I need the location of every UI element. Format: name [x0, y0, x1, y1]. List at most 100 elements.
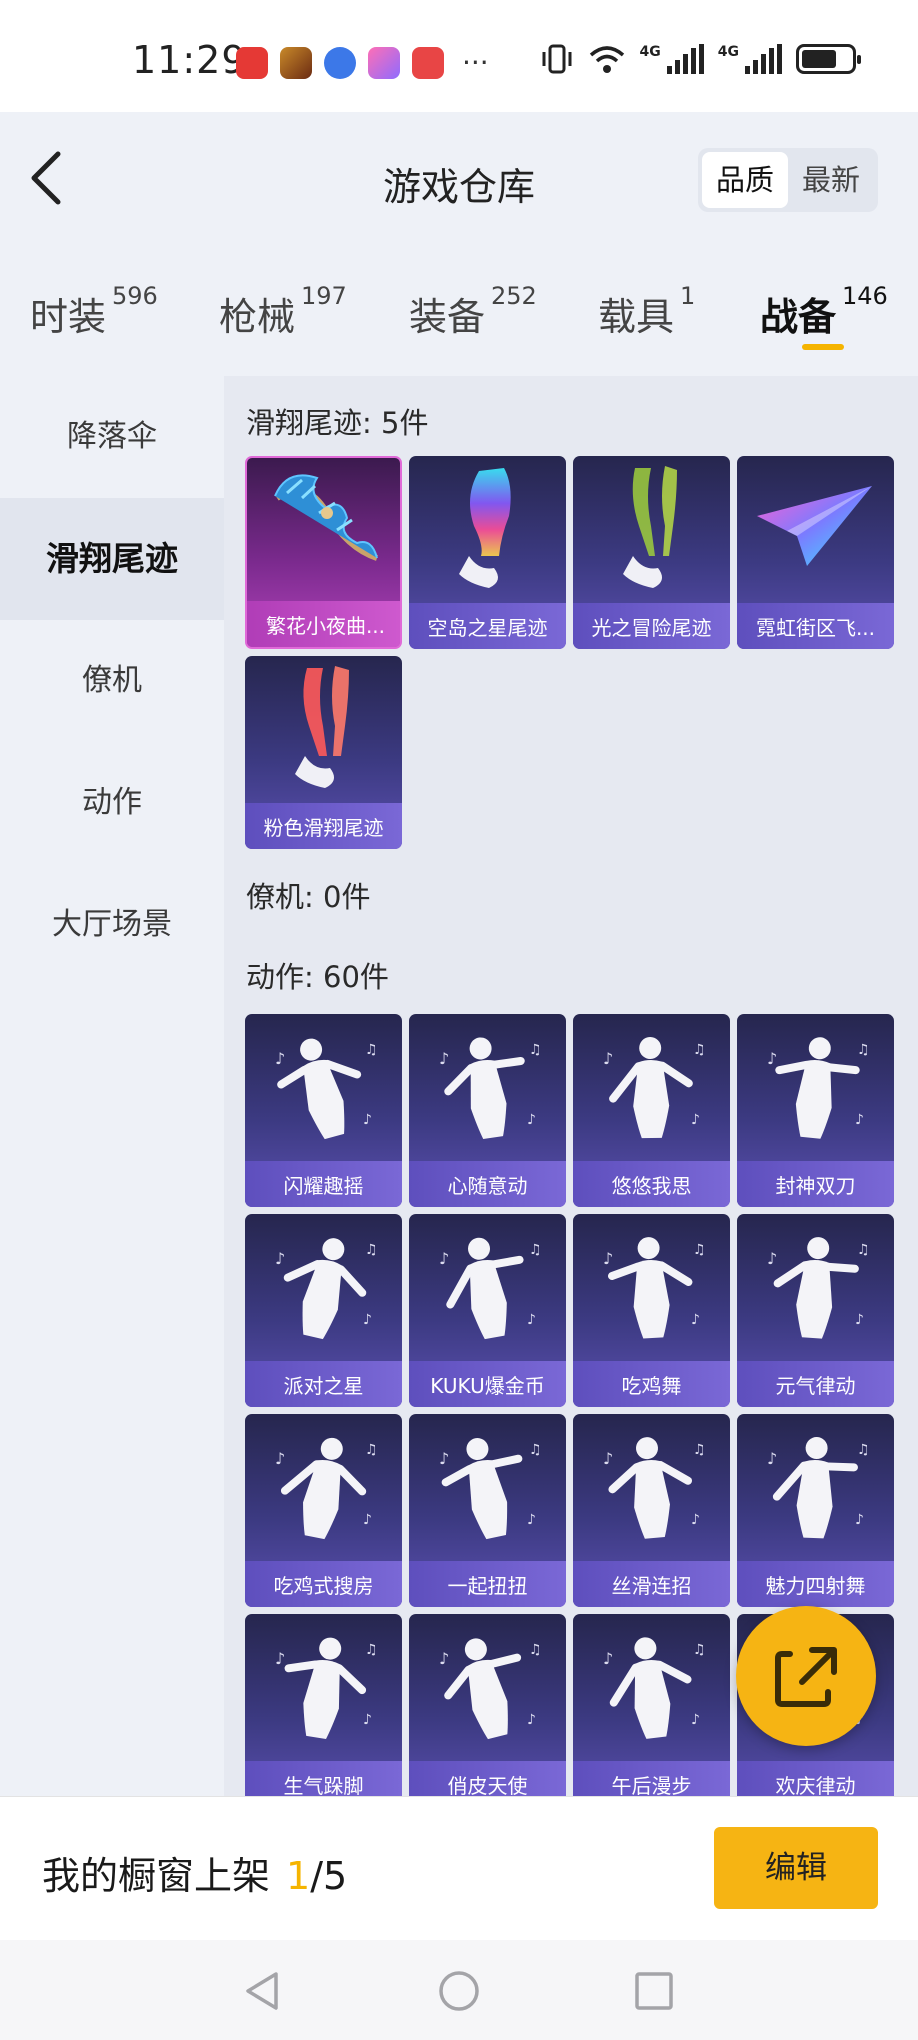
- emote-card[interactable]: ♪ ♫ ♪ 闪耀趣摇: [245, 1014, 402, 1207]
- tab-count: 596: [112, 282, 158, 310]
- tab-vehicles[interactable]: 载具 1: [598, 282, 695, 341]
- dancer-silhouette-art: ♪ ♫ ♪: [767, 1237, 870, 1339]
- item-name: 闪耀趣摇: [283, 1174, 364, 1198]
- item-name: 生气跺脚: [283, 1774, 364, 1796]
- tab-guns[interactable]: 枪械 197: [219, 282, 347, 341]
- svg-text:♫: ♫: [365, 1042, 378, 1058]
- svg-text:♪: ♪: [527, 1112, 536, 1128]
- sort-by-quality[interactable]: 品质: [701, 152, 788, 208]
- sidebar-item-emote[interactable]: 动作: [0, 742, 224, 864]
- item-name: 魅力四射舞: [765, 1574, 866, 1598]
- svg-text:♪: ♪: [691, 1712, 700, 1728]
- tab-equipment[interactable]: 装备 252: [409, 282, 537, 341]
- item-name: 光之冒险尾迹: [591, 616, 712, 640]
- showcase-label: 我的橱窗上架: [42, 1854, 271, 1898]
- svg-text:♪: ♪: [527, 1512, 536, 1528]
- svg-text:♫: ♫: [529, 1242, 542, 1258]
- status-time: 11:29: [132, 38, 247, 82]
- dancer-silhouette-art: ♪ ♫ ♪: [603, 1637, 706, 1739]
- glide-trail-card[interactable]: 空岛之星尾迹: [409, 456, 566, 649]
- section-title-emote: 动作: 60件: [246, 960, 389, 994]
- category-tabs: 时装 596 枪械 197 装备 252 载具 1 战备 146: [0, 246, 918, 376]
- sidebar-item-glide-trail[interactable]: 滑翔尾迹: [0, 498, 224, 620]
- glide-trail-card[interactable]: 霓虹街区飞...: [737, 456, 894, 649]
- sidebar-item-wingman[interactable]: 僚机: [0, 620, 224, 742]
- share-fab[interactable]: [736, 1606, 876, 1746]
- rainbow-smoke-art: [459, 468, 511, 588]
- item-name: 派对之星: [283, 1374, 364, 1398]
- svg-text:♪: ♪: [439, 1449, 449, 1468]
- dancer-silhouette-art: ♪ ♫ ♪: [439, 1638, 542, 1740]
- glide-trail-card[interactable]: 繁花小夜曲...: [245, 456, 402, 649]
- sidebar-item-lobby-scene[interactable]: 大厅场景: [0, 864, 224, 986]
- section-title-glide-trail: 滑翔尾迹: 5件: [246, 406, 429, 440]
- svg-text:♪: ♪: [527, 1712, 536, 1728]
- emote-card[interactable]: ♪ ♫ ♪ 派对之星: [245, 1214, 402, 1407]
- green-smoke-art: [623, 466, 677, 588]
- item-name: 空岛之星尾迹: [427, 616, 548, 640]
- emote-card[interactable]: ♪ ♫ ♪ 心随意动: [409, 1014, 566, 1207]
- svg-text:♪: ♪: [363, 1112, 372, 1128]
- nav-home-icon[interactable]: [436, 1968, 482, 2014]
- music-icon: [324, 46, 356, 79]
- svg-text:♪: ♪: [527, 1312, 536, 1328]
- svg-text:♪: ♪: [691, 1312, 700, 1328]
- sidebar-item-parachute[interactable]: 降落伞: [0, 376, 224, 498]
- sort-by-newest[interactable]: 最新: [788, 152, 874, 208]
- section-title-wingman: 僚机: 0件: [246, 880, 371, 914]
- emote-card[interactable]: ♪ ♫ ♪ 生气跺脚: [245, 1614, 402, 1796]
- svg-text:♪: ♪: [275, 1249, 285, 1268]
- tab-count: 146: [842, 282, 888, 310]
- emote-card[interactable]: ♪ ♫ ♪ 封神双刀: [737, 1014, 894, 1207]
- app-i-icon: [368, 46, 400, 79]
- svg-text:♫: ♫: [365, 1442, 378, 1458]
- glide-trail-card[interactable]: 粉色滑翔尾迹: [245, 656, 402, 849]
- more-notifications-icon: ···: [462, 46, 489, 79]
- glide-trail-card[interactable]: 光之冒险尾迹: [573, 456, 730, 649]
- svg-text:♪: ♪: [691, 1112, 700, 1128]
- signal-icon-2: [745, 44, 782, 74]
- emote-card[interactable]: ♪ ♫ ♪ 元气律动: [737, 1214, 894, 1407]
- tab-fashion[interactable]: 时装 596: [30, 282, 158, 341]
- emote-card[interactable]: ♪ ♫ ♪ 一起扭扭: [409, 1414, 566, 1607]
- share-external-icon: [775, 1647, 837, 1707]
- dancer-silhouette-art: ♪ ♫ ♪: [275, 1437, 378, 1540]
- tab-label: 枪械: [219, 295, 296, 339]
- emote-card[interactable]: ♪ ♫ ♪ 悠悠我思: [573, 1014, 730, 1207]
- tab-count: 197: [301, 282, 347, 310]
- edit-button[interactable]: 编辑: [714, 1827, 878, 1909]
- emote-card[interactable]: ♪ ♫ ♪ 丝滑连招: [573, 1414, 730, 1607]
- active-tab-indicator: [802, 344, 844, 350]
- svg-text:♪: ♪: [275, 1649, 285, 1668]
- nav-back-icon[interactable]: [240, 1968, 286, 2014]
- sidebar: 降落伞 滑翔尾迹 僚机 动作 大厅场景: [0, 376, 224, 1796]
- dancer-silhouette-art: ♪ ♫ ♪: [767, 1037, 870, 1139]
- svg-text:♪: ♪: [855, 1112, 864, 1128]
- item-name: 霓虹街区飞...: [755, 616, 876, 640]
- pink-smoke-art: [295, 666, 349, 788]
- status-app-icons: ···: [236, 46, 489, 79]
- item-name: 一起扭扭: [447, 1574, 528, 1598]
- nav-recents-icon[interactable]: [631, 1968, 677, 2014]
- dancer-silhouette-art: ♪ ♫ ♪: [439, 1237, 542, 1340]
- svg-text:♪: ♪: [363, 1712, 372, 1728]
- svg-text:♪: ♪: [855, 1512, 864, 1528]
- svg-text:♪: ♪: [439, 1249, 449, 1268]
- battery-icon: [796, 44, 861, 74]
- item-name: 丝滑连招: [611, 1574, 692, 1598]
- emote-card[interactable]: ♪ ♫ ♪ 吃鸡式搜房: [245, 1414, 402, 1607]
- emote-card[interactable]: ♪ ♫ ♪ 午后漫步: [573, 1614, 730, 1796]
- emote-card[interactable]: ♪ ♫ ♪ 俏皮天使: [409, 1614, 566, 1796]
- tab-combat-gear[interactable]: 战备 146: [760, 282, 888, 341]
- book-icon: [412, 46, 444, 79]
- item-name: 吃鸡式搜房: [273, 1574, 374, 1598]
- emote-card[interactable]: ♪ ♫ ♪ KUKU爆金币: [409, 1214, 566, 1407]
- game-avatar-icon: [280, 46, 312, 79]
- emote-card[interactable]: ♪ ♫ ♪ 吃鸡舞: [573, 1214, 730, 1407]
- network-type-1: 4G: [639, 44, 661, 60]
- svg-text:♫: ♫: [857, 1042, 870, 1058]
- tab-label: 战备: [760, 295, 837, 339]
- svg-text:♪: ♪: [767, 1449, 777, 1468]
- emote-card[interactable]: ♪ ♫ ♪ 魅力四射舞: [737, 1414, 894, 1607]
- dancer-silhouette-art: ♪ ♫ ♪: [275, 1038, 378, 1140]
